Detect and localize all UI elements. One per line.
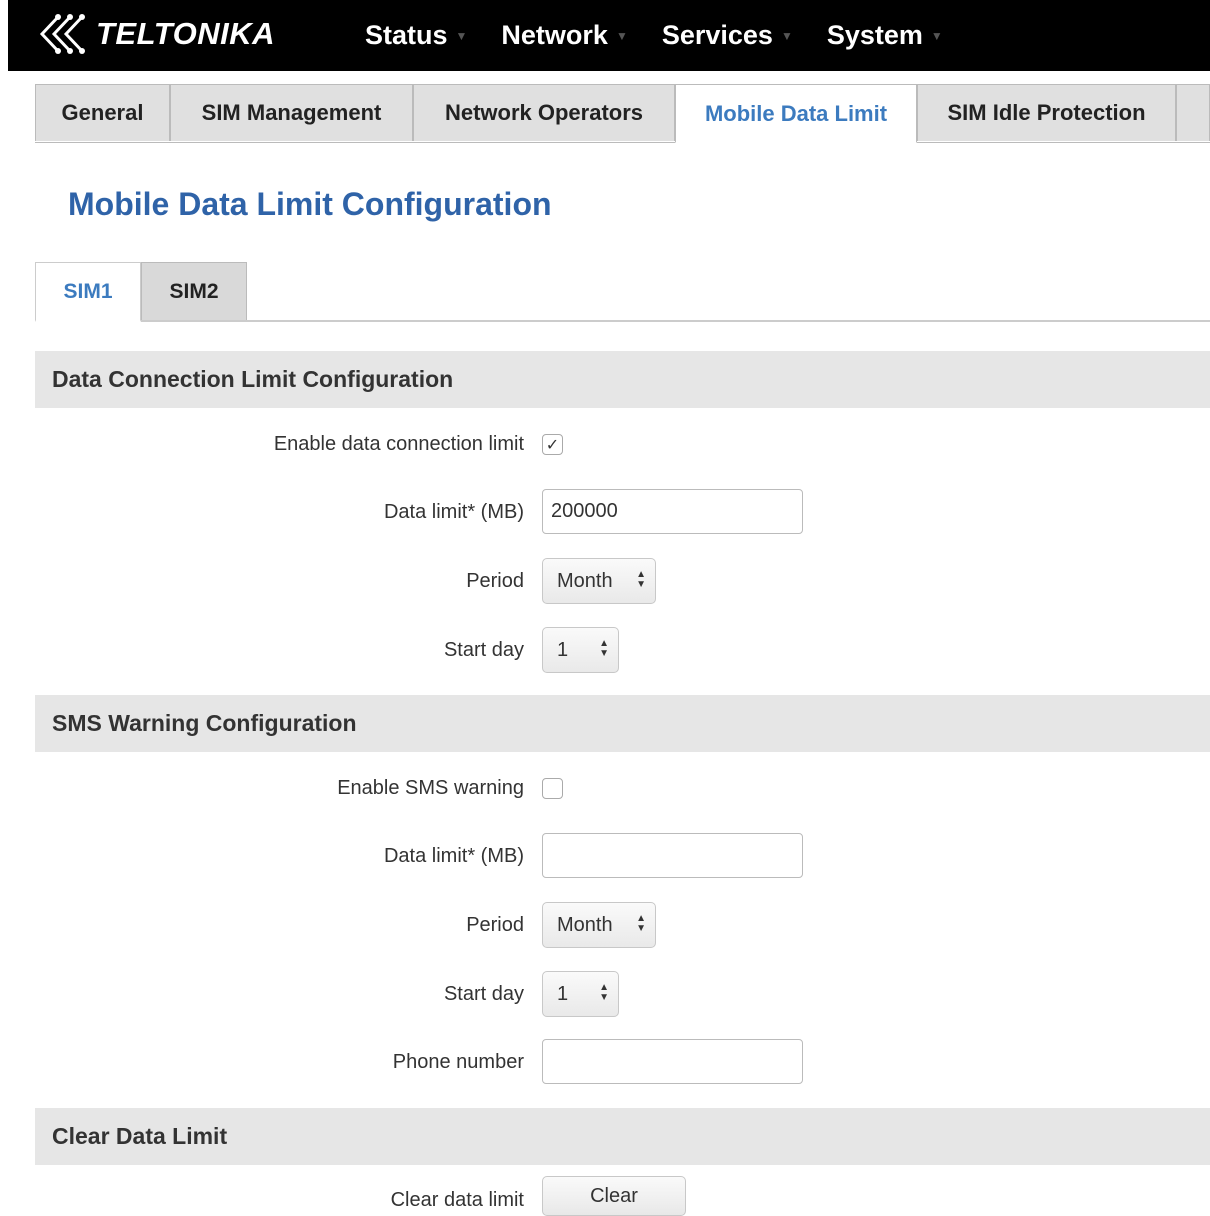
sms-period-label: Period xyxy=(466,914,524,936)
updown-arrows-icon: ▲ ▼ xyxy=(599,982,609,1003)
clear-button[interactable]: Clear xyxy=(542,1176,686,1216)
caret-down-icon: ▼ xyxy=(615,28,628,43)
mobile-tabs: General SIM Management Network Operators… xyxy=(35,84,1210,143)
enable-sms-warning-label: Enable SMS warning xyxy=(337,777,524,799)
start-day-select[interactable]: 1 ▲ ▼ xyxy=(542,627,619,673)
sms-period-select[interactable]: Month ▲ ▼ xyxy=(542,902,656,948)
enable-data-limit-checkbox[interactable]: ✓ xyxy=(542,434,563,455)
sms-start-day-value: 1 xyxy=(557,982,569,1005)
period-label: Period xyxy=(466,570,524,592)
sms-data-limit-label: Data limit* (MB) xyxy=(383,845,524,867)
sms-period-value: Month xyxy=(557,913,613,936)
updown-arrows-icon: ▲ ▼ xyxy=(599,638,609,659)
enable-data-limit-label: Enable data connection limit xyxy=(273,433,524,455)
phone-number-label: Phone number xyxy=(392,1051,524,1073)
period-select[interactable]: Month ▲ ▼ xyxy=(542,558,656,604)
tab-sim-management[interactable]: SIM Management xyxy=(170,84,413,141)
menu-system-label: System xyxy=(826,20,923,50)
section-clear-heading: Clear Data Limit xyxy=(35,1108,1210,1165)
main-menu: Status ▼ Network ▼ Services ▼ System ▼ xyxy=(365,0,977,71)
phone-number-input[interactable] xyxy=(542,1039,803,1084)
sms-data-limit-input[interactable] xyxy=(542,833,803,878)
enable-sms-warning-checkbox[interactable] xyxy=(542,778,563,799)
data-limit-label: Data limit* (MB) xyxy=(383,501,524,523)
menu-services-label: Services xyxy=(661,20,773,50)
tab-mobile-data-limit[interactable]: Mobile Data Limit xyxy=(675,84,917,143)
brand-text: TELTONIKA xyxy=(96,16,276,51)
start-day-value: 1 xyxy=(557,638,569,661)
page-title: Mobile Data Limit Configuration xyxy=(68,186,552,222)
logo-chevrons-icon xyxy=(39,14,85,54)
updown-arrows-icon: ▲ ▼ xyxy=(636,913,646,934)
menu-status-label: Status xyxy=(365,20,448,50)
period-value: Month xyxy=(557,569,613,592)
tab-network-operators[interactable]: Network Operators xyxy=(413,84,675,141)
sms-start-day-select[interactable]: 1 ▲ ▼ xyxy=(542,971,619,1017)
data-limit-input[interactable]: 200000 xyxy=(542,489,803,534)
menu-services[interactable]: Services ▼ xyxy=(662,20,793,51)
checkmark-icon: ✓ xyxy=(545,436,560,454)
tab-sim2[interactable]: SIM2 xyxy=(141,262,247,320)
start-day-label: Start day xyxy=(443,639,524,661)
teltonika-logo[interactable]: TELTONIKA xyxy=(36,12,275,56)
menu-network[interactable]: Network ▼ xyxy=(501,20,627,51)
top-navbar: TELTONIKA Status ▼ Network ▼ Services ▼ … xyxy=(8,0,1210,71)
clear-data-limit-label: Clear data limit xyxy=(390,1189,524,1211)
tab-sim1[interactable]: SIM1 xyxy=(35,262,141,322)
menu-status[interactable]: Status ▼ xyxy=(365,20,467,51)
tab-overflow xyxy=(1176,84,1210,141)
tab-sim-idle-protection[interactable]: SIM Idle Protection xyxy=(917,84,1176,141)
updown-arrows-icon: ▲ ▼ xyxy=(636,569,646,590)
menu-system[interactable]: System ▼ xyxy=(827,20,943,51)
section-sms-warning-heading: SMS Warning Configuration xyxy=(35,695,1210,752)
section-data-connection-heading: Data Connection Limit Configuration xyxy=(35,351,1210,408)
caret-down-icon: ▼ xyxy=(930,28,943,43)
sim-tabs: SIM1 SIM2 xyxy=(35,262,1210,322)
sms-start-day-label: Start day xyxy=(443,983,524,1005)
caret-down-icon: ▼ xyxy=(455,28,468,43)
menu-network-label: Network xyxy=(501,20,608,50)
caret-down-icon: ▼ xyxy=(780,28,793,43)
tab-general[interactable]: General xyxy=(35,84,170,141)
